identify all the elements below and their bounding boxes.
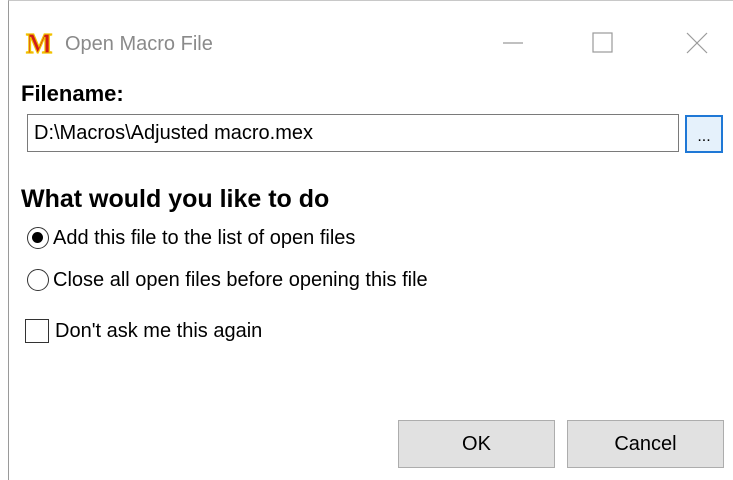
dont-ask-checkbox[interactable] (25, 319, 49, 343)
browse-button[interactable]: ... (685, 115, 723, 153)
filename-label: Filename: (21, 81, 124, 106)
title-bar: M Open Macro File (9, 1, 733, 57)
close-icon (686, 32, 708, 54)
radio-button-checked[interactable] (27, 227, 49, 249)
radio-label: Close all open files before opening this… (53, 268, 428, 291)
options-heading: What would you like to do (21, 185, 330, 213)
maximize-button[interactable] (583, 27, 623, 59)
maximize-icon (592, 32, 613, 53)
dont-ask-label: Don't ask me this again (55, 319, 263, 342)
minimize-icon (503, 42, 523, 44)
svg-text:M: M (26, 29, 52, 57)
dialog-window: M Open Macro File Filename: ... What wou… (8, 0, 733, 480)
macro-m-icon: M (25, 29, 53, 57)
filename-input[interactable] (27, 114, 679, 152)
cancel-button[interactable]: Cancel (567, 420, 724, 468)
window-title: Open Macro File (65, 33, 213, 55)
close-button[interactable] (677, 27, 717, 59)
minimize-button[interactable] (493, 27, 533, 59)
radio-close-all-files[interactable]: Close all open files before opening this… (27, 265, 428, 295)
radio-label: Add this file to the list of open files (53, 226, 356, 249)
radio-add-to-open-files[interactable]: Add this file to the list of open files (27, 223, 355, 253)
radio-button-unchecked[interactable] (27, 269, 49, 291)
ok-button[interactable]: OK (398, 420, 555, 468)
dont-ask-checkbox-row[interactable]: Don't ask me this again (25, 316, 262, 346)
